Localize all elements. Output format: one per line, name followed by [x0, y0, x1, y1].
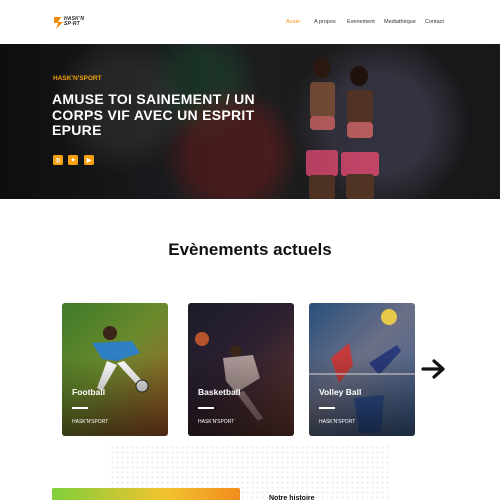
divider — [198, 407, 214, 409]
history-title: Notre histoire — [269, 495, 315, 502]
nav-item-contact[interactable]: Contact — [425, 19, 444, 25]
event-card-title: Football — [72, 387, 106, 397]
youtube-icon[interactable]: ▶ — [84, 155, 94, 165]
event-card-tag: HASK'N'SPORT — [319, 419, 356, 425]
event-card-basketball[interactable]: Basketball HASK'N'SPORT — [188, 303, 294, 436]
event-card-title: Basketball — [198, 387, 241, 397]
arrow-right-icon[interactable] — [420, 358, 448, 380]
event-card-volley-ball[interactable]: Volley Ball HASK'N'SPORT — [309, 303, 415, 436]
instagram-icon[interactable]: ◎ — [53, 155, 63, 165]
event-card-football[interactable]: Football HASK'N'SPORT — [62, 303, 168, 436]
nav-item-evenement[interactable]: Evenement — [347, 19, 375, 25]
nav-item-mediatheque[interactable]: Mediathèque — [384, 19, 416, 25]
events-section-title: Evènements actuels — [168, 240, 332, 259]
event-card-tag: HASK'N'SPORT — [198, 419, 235, 425]
nav-item-a-propos[interactable]: A propos — [314, 19, 336, 25]
nav-item-accueil[interactable]: Acuei — [286, 19, 300, 25]
history-image-strip — [52, 488, 240, 500]
event-card-title: Volley Ball — [319, 387, 362, 397]
event-card-tag: HASK'N'SPORT — [72, 419, 109, 425]
main-menu: Acuei A propos Evenement Mediathèque Con… — [0, 19, 500, 29]
divider — [319, 407, 335, 409]
hero-subtitle: HASK'N'SPORT — [53, 75, 102, 82]
hero-title: AMUSE TOI SAINEMENT / UN CORPS VIF AVEC … — [52, 91, 255, 138]
top-navigation: HASK'N SP·RT Acuei A propos Evenement Me… — [0, 0, 500, 44]
divider — [72, 407, 88, 409]
twitter-icon[interactable]: ✦ — [68, 155, 78, 165]
hero-banner: HASK'N'SPORT AMUSE TOI SAINEMENT / UN CO… — [0, 44, 500, 199]
